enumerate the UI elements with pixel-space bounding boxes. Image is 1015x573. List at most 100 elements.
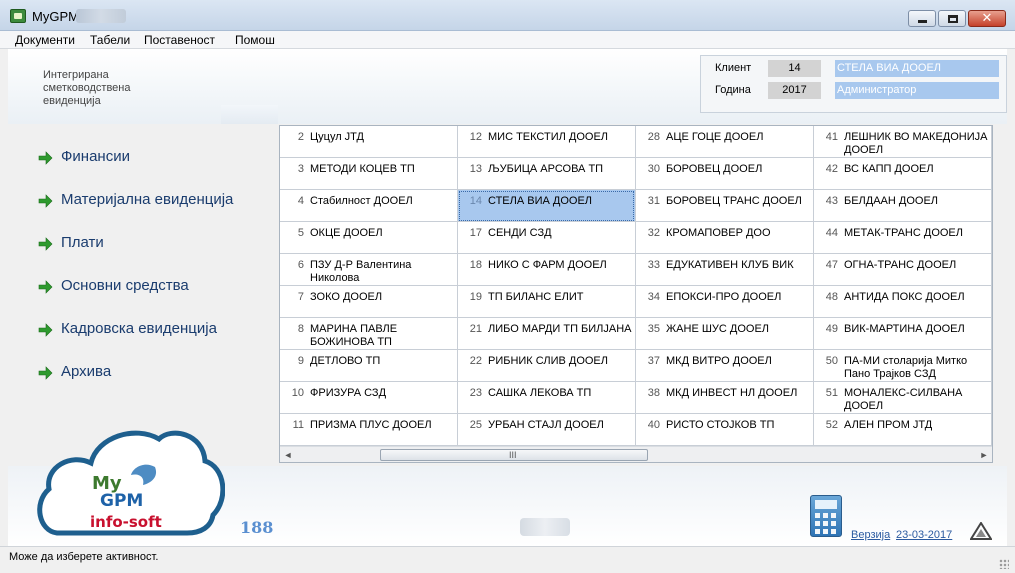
brand-triangle-icon[interactable] (970, 522, 992, 540)
calculator-icon[interactable] (810, 495, 842, 537)
client-column: 2 Цуцул ЈТД 3 МЕТОДИ КОЦЕВ ТП 4 Стабилност ДО… (280, 126, 458, 446)
client-cell[interactable]: 52 АЛЕН ПРОМ ЈТД (814, 414, 991, 446)
client-cell[interactable]: 8 МАРИНА ПАВЛЕ БОЖИНОВА ТП (280, 318, 457, 350)
client-name: ТП БИЛАНС ЕЛИТ (488, 291, 584, 303)
window-title: MyGPM (32, 9, 79, 24)
client-name: БЕЛДААН ДООЕЛ (844, 195, 939, 207)
client-cell[interactable]: 44 МЕТАК-ТРАНС ДООЕЛ (814, 222, 991, 254)
menu-documents[interactable]: Документи (15, 33, 75, 47)
client-name: ДЕТЛОВО ТП (310, 355, 381, 367)
client-cell[interactable]: 14 СТЕЛА ВИА ДООЕЛ (458, 190, 635, 222)
client-number: 43 (825, 195, 838, 207)
year-value: 2017 (768, 82, 821, 99)
client-cell[interactable]: 25 УРБАН СТАЈЛ ДООЕЛ (458, 414, 635, 446)
client-number: 52 (825, 419, 838, 431)
client-cell[interactable]: 37 МКД ВИТРО ДООЕЛ (636, 350, 813, 382)
client-cell[interactable]: 13 ЉУБИЦА АРСОВА ТП (458, 158, 635, 190)
menu-settings[interactable]: Поставеност (144, 33, 215, 47)
sidebar-item-label: Основни средства (61, 277, 189, 294)
client-cell[interactable]: 48 АНТИДА ПОКС ДООЕЛ (814, 286, 991, 318)
scroll-grip-icon: III (509, 450, 517, 460)
client-cell[interactable]: 17 СЕНДИ СЗД (458, 222, 635, 254)
client-cell[interactable]: 19 ТП БИЛАНС ЕЛИТ (458, 286, 635, 318)
client-name: ПА-МИ столарија Митко Пано Трајков СЗД (844, 355, 968, 380)
client-cell[interactable]: 5 ОКЦЕ ДООЕЛ (280, 222, 457, 254)
client-cell[interactable]: 40 РИСТО СТОЈКОВ ТП (636, 414, 813, 446)
client-number: 2 (297, 131, 304, 143)
menu-tables[interactable]: Табели (90, 33, 130, 47)
minimize-button[interactable] (908, 10, 936, 27)
maximize-button[interactable] (938, 10, 966, 27)
client-grid-columns: 2 Цуцул ЈТД 3 МЕТОДИ КОЦЕВ ТП 4 Стабилност ДО… (280, 126, 992, 446)
scroll-thumb[interactable]: III (380, 449, 648, 461)
client-name: МЕТОДИ КОЦЕВ ТП (310, 163, 415, 175)
client-number: 21 (469, 323, 482, 335)
client-number: 5 (297, 227, 304, 239)
client-cell[interactable]: 32 КРОМАПОВЕР ДОО (636, 222, 813, 254)
sidebar-item-label: Архива (61, 363, 112, 380)
client-cell[interactable]: 33 ЕДУКАТИВЕН КЛУБ ВИК (636, 254, 813, 286)
client-number: 11 (292, 419, 304, 431)
year-label: Година (715, 84, 751, 96)
client-number: 33 (647, 259, 660, 271)
client-cell[interactable]: 4 Стабилност ДООЕЛ (280, 190, 457, 222)
client-cell[interactable]: 43 БЕЛДААН ДООЕЛ (814, 190, 991, 222)
client-cell[interactable]: 41 ЛЕШНИК ВО МАКЕДОНИЈА ДООЕЛ (814, 126, 991, 158)
version-link[interactable]: Верзија (851, 529, 890, 541)
client-name: БОРОВЕЦ ТРАНС ДООЕЛ (666, 195, 802, 207)
close-icon: ✕ (981, 11, 993, 26)
client-number: 51 (825, 387, 838, 399)
client-cell[interactable]: 47 ОГНА-ТРАНС ДООЕЛ (814, 254, 991, 286)
resize-grip[interactable] (999, 559, 1009, 569)
close-button[interactable]: ✕ (968, 10, 1006, 27)
version-date-link[interactable]: 23-03-2017 (896, 529, 952, 541)
client-cell[interactable]: 7 ЗОКО ДООЕЛ (280, 286, 457, 318)
scroll-left-icon[interactable]: ◄ (280, 447, 296, 462)
scroll-right-icon[interactable]: ► (976, 447, 992, 462)
client-cell[interactable]: 31 БОРОВЕЦ ТРАНС ДООЕЛ (636, 190, 813, 222)
sidebar: Финансии Материјална евиденција Плати Ос… (8, 124, 278, 424)
client-cell[interactable]: 9 ДЕТЛОВО ТП (280, 350, 457, 382)
client-name: АНТИДА ПОКС ДООЕЛ (844, 291, 965, 303)
green-arrow-icon (38, 280, 53, 294)
client-cell[interactable]: 42 ВС КАПП ДООЕЛ (814, 158, 991, 190)
client-cell[interactable]: 23 САШКА ЛЕКОВА ТП (458, 382, 635, 414)
client-cell[interactable]: 21 ЛИБО МАРДИ ТП БИЛЈАНА (458, 318, 635, 350)
client-cell[interactable]: 18 НИКО С ФАРМ ДООЕЛ (458, 254, 635, 286)
client-cell[interactable]: 2 Цуцул ЈТД (280, 126, 457, 158)
client-cell[interactable]: 51 МОНАЛЕКС-СИЛВАНА ДООЕЛ (814, 382, 991, 414)
client-cell[interactable]: 50 ПА-МИ столарија Митко Пано Трајков СЗД (814, 350, 991, 382)
client-name: ВИК-МАРТИНА ДООЕЛ (844, 323, 965, 335)
client-number: 6 (297, 259, 304, 271)
client-number: 49 (825, 323, 838, 335)
client-cell[interactable]: 10 ФРИЗУРА СЗД (280, 382, 457, 414)
client-number: 12 (469, 131, 482, 143)
client-cell[interactable]: 6 ПЗУ Д-Р Валентина Николова (280, 254, 457, 286)
client-name: ЛЕШНИК ВО МАКЕДОНИЈА ДООЕЛ (844, 131, 988, 156)
client-column: 28 АЦЕ ГОЦЕ ДООЕЛ 30 БОРОВЕЦ ДООЕЛ 31 БОРОВЕЦ… (636, 126, 814, 446)
client-cell[interactable]: 49 ВИК-МАРТИНА ДООЕЛ (814, 318, 991, 350)
status-bar: Може да изберете активност. (0, 546, 1015, 573)
minimize-icon (918, 20, 927, 23)
client-cell[interactable]: 11 ПРИЗМА ПЛУС ДООЕЛ (280, 414, 457, 446)
client-name: МКД ВИТРО ДООЕЛ (666, 355, 772, 367)
client-cell[interactable]: 3 МЕТОДИ КОЦЕВ ТП (280, 158, 457, 190)
sidebar-item-label: Плати (61, 234, 104, 251)
client-cell[interactable]: 28 АЦЕ ГОЦЕ ДООЕЛ (636, 126, 813, 158)
client-name: ФРИЗУРА СЗД (310, 387, 387, 399)
client-cell[interactable]: 22 РИБНИК СЛИВ ДООЕЛ (458, 350, 635, 382)
redacted-footer-area (520, 518, 570, 536)
logo-gpm-text: GPM (100, 491, 144, 511)
horizontal-scrollbar[interactable]: ◄ III ► (280, 446, 992, 462)
client-cell[interactable]: 30 БОРОВЕЦ ДООЕЛ (636, 158, 813, 190)
menu-help[interactable]: Помош (235, 33, 275, 47)
client-cell[interactable]: 38 МКД ИНВЕСТ НЛ ДООЕЛ (636, 382, 813, 414)
client-number: 9 (297, 355, 304, 367)
client-cell[interactable]: 34 ЕПОКСИ-ПРО ДООЕЛ (636, 286, 813, 318)
client-cell[interactable]: 35 ЖАНЕ ШУС ДООЕЛ (636, 318, 813, 350)
user-role: Администратор (835, 82, 999, 99)
client-number: 41 (825, 131, 838, 143)
client-number: 14 (469, 195, 482, 207)
client-cell[interactable]: 12 МИС ТЕКСТИЛ ДООЕЛ (458, 126, 635, 158)
client-number: 30 (647, 163, 660, 175)
